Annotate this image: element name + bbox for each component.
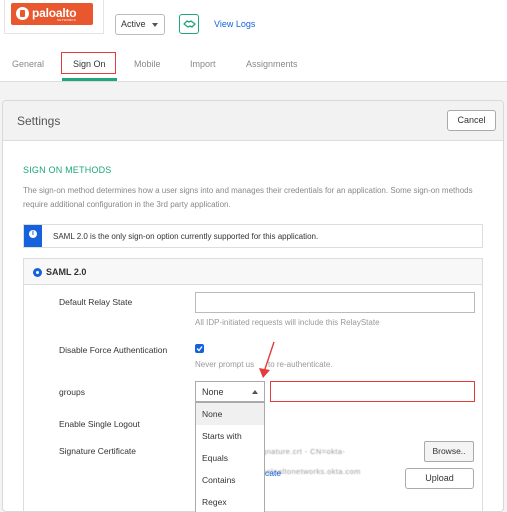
dropdown-option-contains[interactable]: Contains	[196, 469, 264, 491]
logo-mark-icon	[16, 7, 29, 20]
tab-import[interactable]: Import	[190, 59, 216, 69]
signature-cert-label: Signature Certificate	[59, 446, 137, 456]
cancel-button[interactable]: Cancel	[447, 110, 496, 131]
groups-filter-value: None	[202, 387, 224, 397]
groups-filter-input[interactable]	[270, 381, 475, 402]
info-banner-text: SAML 2.0 is the only sign-on option curr…	[53, 232, 319, 241]
settings-title: Settings	[17, 114, 61, 128]
info-banner: i SAML 2.0 is the only sign-on option cu…	[23, 224, 483, 248]
tab-general[interactable]: General	[12, 59, 44, 69]
relay-state-hint: All IDP-initiated requests will include …	[195, 318, 380, 327]
upload-button[interactable]: Upload	[405, 468, 474, 489]
groups-filter-dropdown: None Starts with Equals Contains Regex	[195, 402, 265, 512]
dropdown-option-regex[interactable]: Regex	[196, 491, 264, 512]
force-auth-hint-start: Never prompt us	[195, 360, 255, 369]
relay-state-label: Default Relay State	[59, 297, 133, 307]
info-banner-bar: i	[24, 225, 42, 247]
single-logout-label: Enable Single Logout	[59, 419, 140, 429]
saml-label: SAML 2.0	[46, 267, 87, 277]
annotation-arrow-icon	[259, 341, 275, 378]
certificate-link[interactable]: cate	[265, 468, 281, 478]
tab-assignments[interactable]: Assignments	[246, 59, 298, 69]
app-status-select[interactable]: Active	[115, 14, 165, 35]
tab-sign-on[interactable]: Sign On	[73, 59, 106, 69]
chevron-down-icon	[152, 23, 158, 27]
dropdown-option-starts-with[interactable]: Starts with	[196, 425, 264, 447]
chevron-up-icon	[252, 390, 258, 394]
groups-filter-select[interactable]: None	[195, 381, 265, 402]
browse-button[interactable]: Browse..	[424, 441, 474, 462]
paloalto-logo: paloalto NETWORKS	[11, 3, 93, 25]
settings-panel-header: Settings Cancel	[3, 101, 503, 141]
sign-on-methods-description: The sign-on method determines how a user…	[23, 186, 473, 209]
dropdown-option-equals[interactable]: Equals	[196, 447, 264, 469]
app-logo-container: paloalto NETWORKS	[4, 0, 104, 34]
signature-cert-filename: gnature.crt - CN=okta-paloaltonetworks.o…	[262, 447, 361, 476]
handshake-icon[interactable]	[179, 14, 199, 34]
app-header: paloalto NETWORKS Active View Logs Gener…	[0, 0, 507, 82]
relay-state-input[interactable]	[195, 292, 475, 313]
sign-on-methods-heading: SIGN ON METHODS	[23, 165, 112, 175]
view-logs-link[interactable]: View Logs	[214, 19, 255, 29]
groups-label: groups	[59, 387, 85, 397]
tab-mobile[interactable]: Mobile	[134, 59, 161, 69]
force-auth-label: Disable Force Authentication	[59, 345, 168, 355]
saml-radio-button[interactable]	[33, 268, 42, 277]
logo-sub-text: NETWORKS	[57, 18, 76, 22]
info-icon: i	[29, 230, 37, 238]
tab-active-indicator	[62, 78, 117, 81]
app-status-value: Active	[121, 19, 146, 29]
saml-section-header: SAML 2.0	[24, 259, 482, 285]
dropdown-option-none[interactable]: None	[196, 403, 264, 425]
force-auth-checkbox[interactable]	[195, 344, 204, 353]
